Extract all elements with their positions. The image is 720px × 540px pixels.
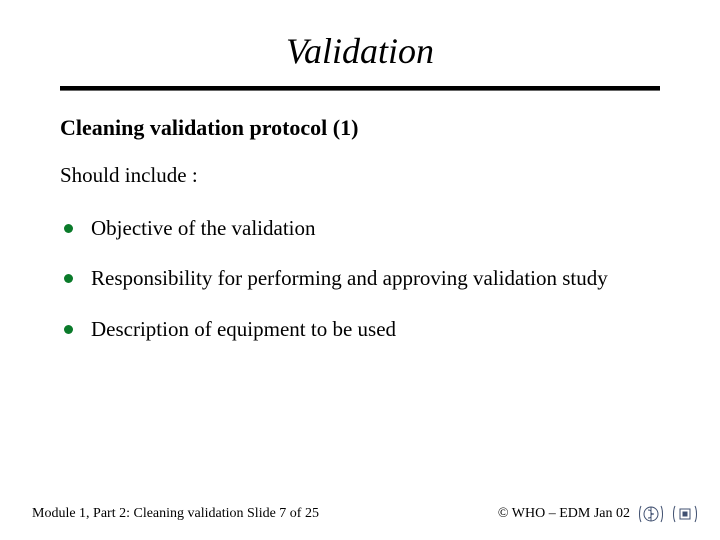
edm-logo-icon <box>672 502 698 526</box>
footer-copyright: © WHO – EDM Jan 02 <box>498 506 630 522</box>
bullet-icon <box>64 274 73 283</box>
list-item: Responsibility for performing and approv… <box>64 264 660 292</box>
title-rule <box>60 86 660 91</box>
list-item-text: Objective of the validation <box>91 214 660 242</box>
bullet-icon <box>64 224 73 233</box>
who-logo-icon <box>638 502 664 526</box>
list-item: Objective of the validation <box>64 214 660 242</box>
list-item: Description of equipment to be used <box>64 315 660 343</box>
list-item-text: Description of equipment to be used <box>91 315 660 343</box>
footer: Module 1, Part 2: Cleaning validation Sl… <box>0 502 720 526</box>
list-item-text: Responsibility for performing and approv… <box>91 264 660 292</box>
slide-title: Validation <box>60 30 660 72</box>
bullet-list: Objective of the validation Responsibili… <box>60 214 660 343</box>
bullet-icon <box>64 325 73 334</box>
slide: Validation Cleaning validation protocol … <box>0 0 720 540</box>
footer-right: © WHO – EDM Jan 02 <box>498 502 698 526</box>
slide-subtitle: Cleaning validation protocol (1) <box>60 115 660 141</box>
lead-text: Should include : <box>60 163 660 188</box>
footer-left: Module 1, Part 2: Cleaning validation Sl… <box>32 506 319 522</box>
